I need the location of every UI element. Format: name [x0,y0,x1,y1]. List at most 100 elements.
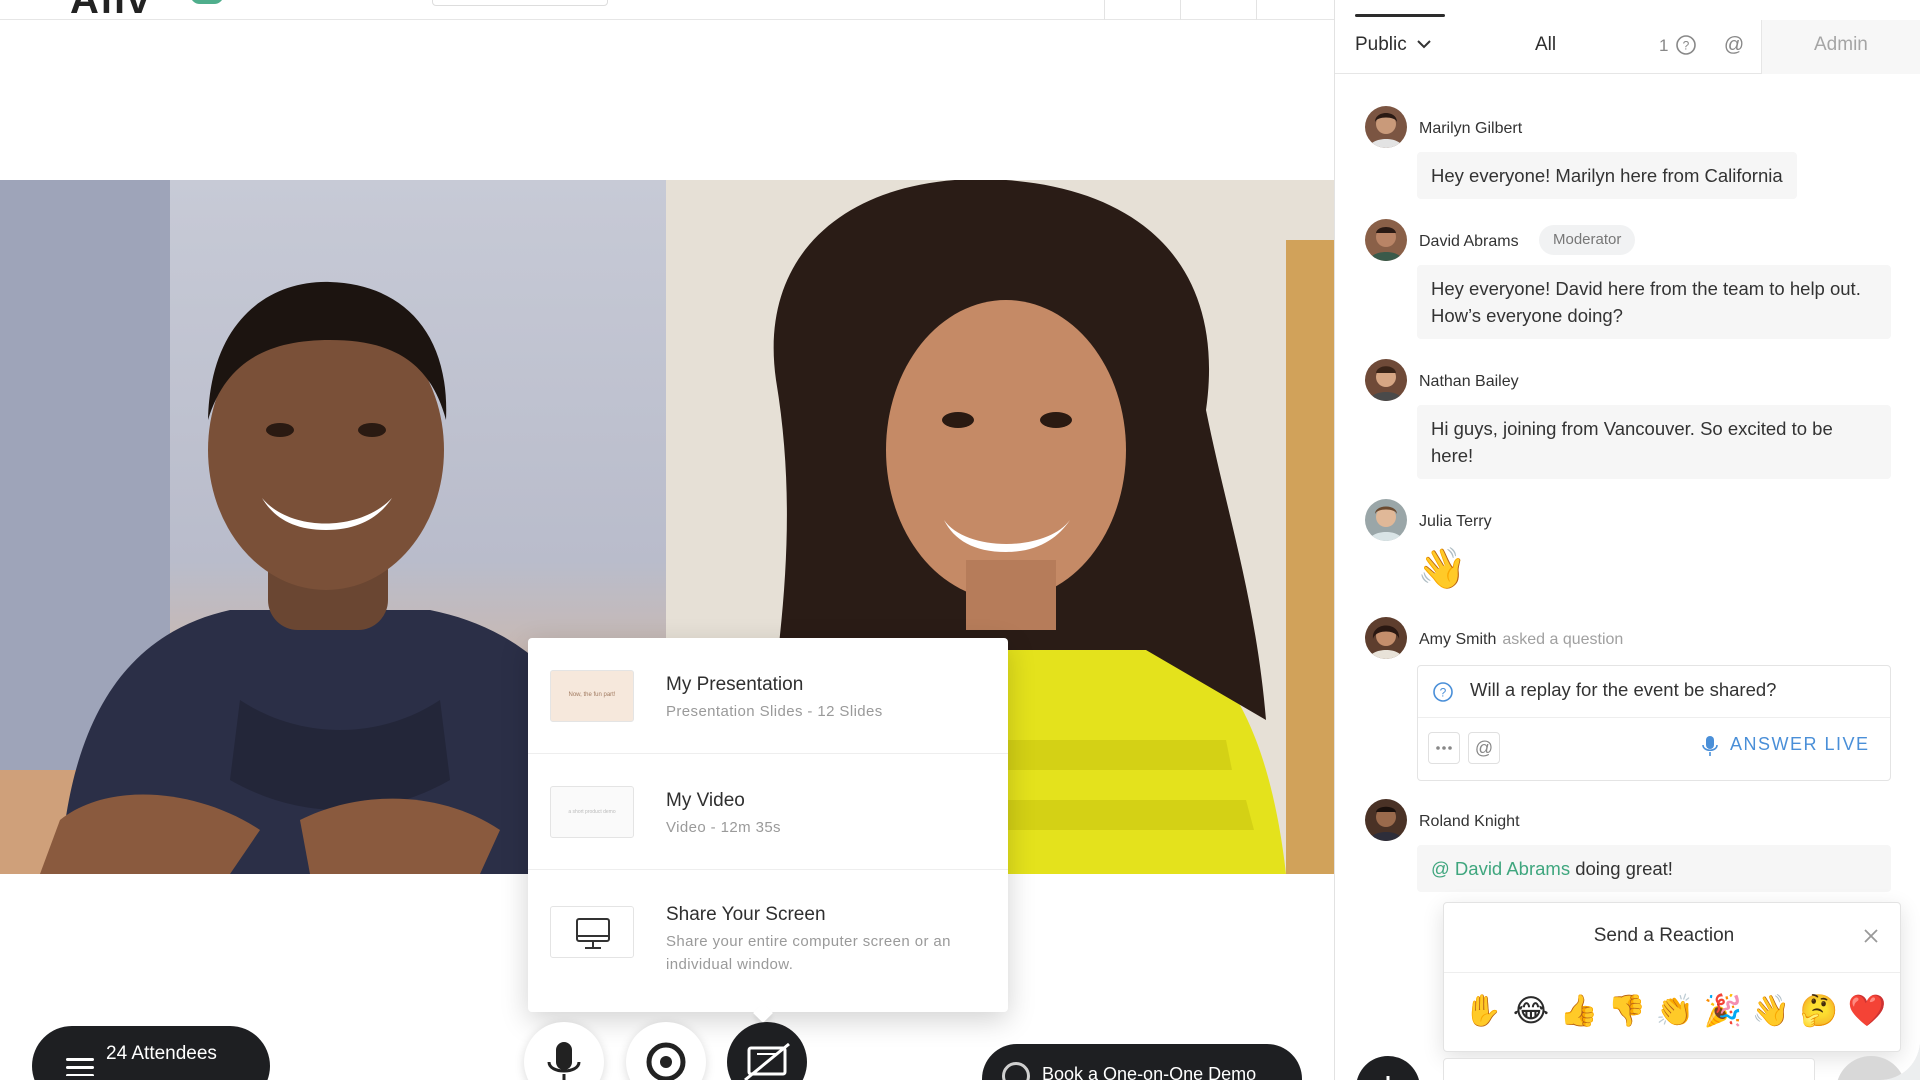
reaction-heart[interactable]: ❤️ [1846,989,1888,1033]
reaction-thinking[interactable]: 🤔 [1798,989,1840,1033]
top-bar: Aliv [0,0,1334,22]
top-nav-cell[interactable] [1104,0,1180,20]
question-icon: ? [1433,682,1453,702]
svg-text:?: ? [1683,39,1690,53]
share-option-title: My Video [666,790,745,811]
reaction-party[interactable]: 🎉 [1702,989,1744,1033]
menu-icon [66,1058,94,1076]
book-demo-button[interactable]: Book a One-on-One Demo [982,1044,1302,1080]
reaction-picker: Send a Reaction ✋ 😂 👍 👎 👏 🎉 👋 🤔 ❤️ [1443,902,1901,1052]
chat-input[interactable] [1443,1058,1815,1080]
attendees-count: 24 Attendees [106,1043,217,1064]
avatar [1365,359,1407,401]
message-author[interactable]: Marilyn Gilbert [1419,120,1522,138]
chat-tabs: Public All 1 ? @ Admin [1335,0,1920,74]
share-screen-button[interactable] [727,1022,807,1080]
message-text: Hey everyone! David here from the team t… [1417,265,1891,339]
tab-public[interactable]: Public [1355,34,1432,56]
reaction-waving-hand[interactable]: 👋 [1750,989,1792,1033]
mention-icon: @ [1475,738,1493,758]
author-note: asked a question [1502,631,1624,648]
monitor-icon [576,918,610,949]
question-text: Will a replay for the event be shared? [1470,679,1777,700]
share-option-presentation[interactable]: Now, the fun part! My Presentation Prese… [528,638,1008,754]
camera-button[interactable] [626,1022,706,1080]
logo-accent [190,0,224,4]
reaction-raised-hand[interactable]: ✋ [1462,989,1504,1033]
message-author[interactable]: Nathan Bailey [1419,373,1519,391]
message-text: Hey everyone! Marilyn here from Californ… [1417,152,1797,199]
avatar-image [1369,506,1403,541]
tab-all[interactable]: All [1535,34,1556,56]
share-option-subtitle: Video - 12m 35s [666,819,781,836]
presentation-thumbnail-text: Now, the fun part! [568,692,616,698]
microphone-button[interactable] [524,1022,604,1080]
reaction-thumbs-down[interactable]: 👎 [1606,989,1648,1033]
question-card: ? Will a replay for the event be shared?… [1417,665,1891,781]
message-author[interactable]: David Abrams [1419,233,1519,251]
app-logo: Aliv [70,0,152,22]
moderator-badge: Moderator [1539,225,1636,255]
top-nav-cell[interactable] [1180,0,1256,20]
message-text: Hi guys, joining from Vancouver. So exci… [1417,405,1891,479]
mention-icon[interactable]: @ [1723,34,1745,56]
user-mention[interactable]: @ David Abrams [1431,858,1570,879]
microphone-icon [547,1042,581,1080]
top-search-field[interactable] [432,0,608,6]
share-option-subtitle: Share your entire computer screen or an … [666,933,951,973]
close-icon[interactable] [1860,925,1882,947]
camera-icon [646,1042,686,1080]
waving-hand-emoji: 👋 [1417,547,1467,591]
share-option-video[interactable]: a short product demo My Video Video - 12… [528,754,1008,870]
calendar-icon [1002,1062,1030,1080]
svg-text:?: ? [1440,686,1447,700]
author-name: Amy Smith [1419,631,1497,648]
tab-admin-label: Admin [1814,34,1868,55]
share-option-title: Share Your Screen [666,904,826,925]
monitor-icon-box [550,906,634,958]
share-option-title: My Presentation [666,674,804,695]
share-screen-icon [744,1042,790,1080]
avatar [1365,106,1407,148]
active-tab-indicator [1355,14,1445,17]
avatar-image [1369,113,1403,148]
top-nav-cell[interactable] [1256,0,1334,20]
avatar-image [1369,625,1403,659]
avatar-image [1369,366,1403,401]
tab-admin[interactable]: Admin [1761,20,1920,74]
questions-count[interactable]: 1 [1659,36,1668,56]
reaction-thumbs-up[interactable]: 👍 [1558,989,1600,1033]
share-content-menu: Now, the fun part! My Presentation Prese… [528,638,1008,1012]
video-thumbnail-text: a short product demo [568,809,616,815]
avatar [1365,219,1407,261]
presentation-thumbnail: Now, the fun part! [550,670,634,722]
avatar [1365,499,1407,541]
attendees-button[interactable]: 24 Attendees [32,1026,270,1080]
microphone-icon [1702,736,1718,756]
share-option-subtitle: Presentation Slides - 12 Slides [666,703,883,720]
avatar-image [1369,227,1403,261]
question-header: ? Will a replay for the event be shared? [1418,666,1890,718]
more-options-button[interactable] [1428,732,1460,764]
reaction-clapping[interactable]: 👏 [1654,989,1696,1033]
chat-add-button[interactable] [1356,1056,1420,1080]
mention-button[interactable]: @ [1468,732,1500,764]
svg-text:@: @ [1475,738,1493,758]
book-demo-label: Book a One-on-One Demo [1042,1064,1257,1080]
message-author[interactable]: Julia Terry [1419,513,1492,531]
answer-live-button[interactable]: ANSWER LIVE [1730,734,1870,755]
video-thumbnail: a short product demo [550,786,634,838]
reaction-picker-header: Send a Reaction [1444,903,1900,973]
avatar [1365,799,1407,841]
reaction-picker-title: Send a Reaction [1593,925,1735,946]
question-icon[interactable]: ? [1675,34,1697,56]
avatar-image [1369,806,1403,841]
svg-text:@: @ [1724,34,1744,56]
share-option-screen[interactable]: Share Your Screen Share your entire comp… [528,870,1008,1012]
reaction-laughing[interactable]: 😂 [1510,989,1552,1033]
message-body: doing great! [1575,858,1673,879]
message-author[interactable]: Roland Knight [1419,813,1520,831]
chevron-down-icon [1417,40,1431,49]
message-author[interactable]: Amy Smith asked a question [1419,631,1623,649]
plus-icon [1386,1076,1390,1080]
